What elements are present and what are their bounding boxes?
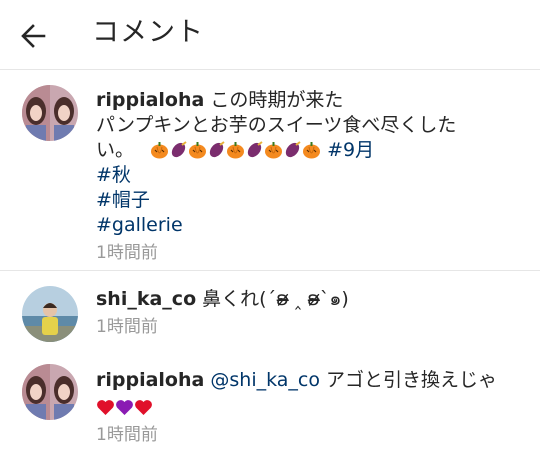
sweet-potato-emoji-icon: [285, 141, 301, 158]
purple-heart-emoji-icon: [116, 400, 133, 415]
pumpkin-emoji-icon: [227, 142, 245, 159]
comment-body: rippialoha @shi_ka_co アゴと引き換えじゃ 1時間前: [96, 368, 530, 447]
page-title: コメント: [92, 17, 204, 48]
red-heart-emoji-icon: [135, 400, 152, 415]
avatar[interactable]: [22, 286, 78, 342]
comment-text: アゴと引き換えじゃ: [326, 369, 498, 391]
comment-body: shi_ka_co 鼻くれ(´ʚ̴̶̷̷ ‸ ʚ̴̶̷̷`๑) 1時間前: [96, 287, 530, 339]
app-bar: コメント: [0, 0, 540, 70]
pumpkin-emoji-icon: [151, 142, 169, 159]
hashtag-link[interactable]: #gallerie: [96, 213, 530, 238]
comment-username[interactable]: rippialoha: [96, 369, 204, 391]
sweet-potato-emoji-icon: [209, 141, 225, 158]
sweet-potato-emoji-icon: [171, 141, 187, 158]
red-heart-emoji-icon: [97, 400, 114, 415]
comment-username[interactable]: shi_ka_co: [96, 288, 196, 310]
comment-timestamp: 1時間前: [96, 317, 158, 337]
avatar[interactable]: [22, 85, 78, 141]
comment-text: 鼻くれ(´ʚ̴̶̷̷ ‸ ʚ̴̶̷̷`๑): [202, 288, 349, 310]
hashtag-link[interactable]: #帽子: [96, 188, 530, 213]
caption-text-line3: い。: [96, 139, 135, 161]
pumpkin-emoji-icon: [265, 142, 283, 159]
caption-text-line2: パンプキンとお芋のスイーツ食べ尽くした: [96, 114, 457, 136]
caption-text-line1: この時期が来た: [210, 89, 344, 111]
caption-body: rippialoha この時期が来た パンプキンとお芋のスイーツ食べ尽くした い…: [96, 88, 530, 265]
pumpkin-emoji-icon: [303, 142, 321, 159]
sweet-potato-emoji-icon: [247, 141, 263, 158]
emoji-row: [96, 395, 153, 420]
caption-username[interactable]: rippialoha: [96, 89, 204, 111]
comment-timestamp: 1時間前: [96, 425, 158, 445]
avatar[interactable]: [22, 364, 78, 420]
pumpkin-emoji-icon: [189, 142, 207, 159]
mention-link[interactable]: @shi_ka_co: [210, 369, 320, 391]
post-caption: rippialoha この時期が来た パンプキンとお芋のスイーツ食べ尽くした い…: [0, 71, 540, 271]
caption-timestamp: 1時間前: [96, 243, 158, 263]
back-button[interactable]: [14, 18, 54, 54]
hashtag-link[interactable]: #秋: [96, 163, 530, 188]
hashtag-link[interactable]: #9月: [327, 139, 374, 161]
emoji-row: [150, 139, 327, 161]
back-arrow-icon: [21, 24, 46, 48]
